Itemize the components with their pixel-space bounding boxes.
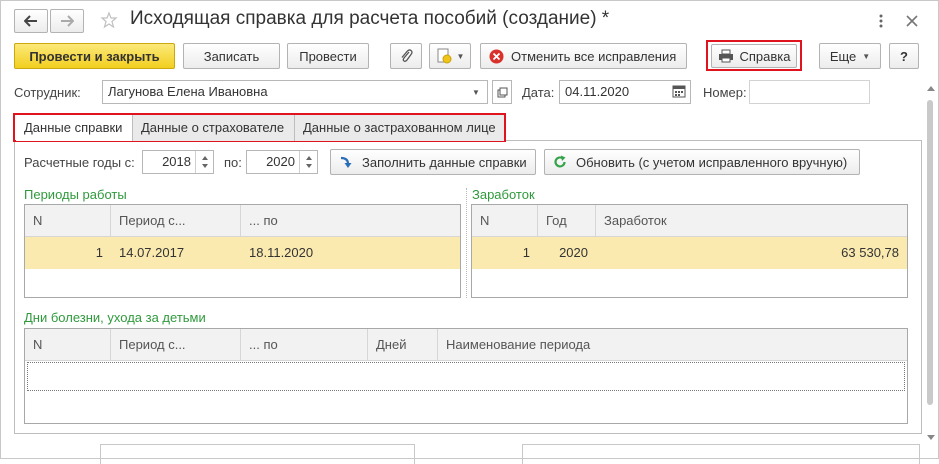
table-header: N Период с... ... по — [25, 205, 460, 237]
column-header[interactable]: Период с... — [111, 329, 241, 361]
date-value: 04.11.2020 — [565, 84, 630, 99]
back-button[interactable] — [14, 9, 48, 33]
calendar-icon[interactable] — [672, 84, 686, 98]
chevron-down-icon: ▼ — [862, 51, 871, 61]
cancel-all-fixes-label: Отменить все исправления — [511, 48, 677, 64]
attach-button[interactable] — [390, 43, 422, 69]
column-header[interactable]: Дней — [368, 329, 438, 361]
post-button[interactable]: Провести — [287, 43, 369, 69]
tab-insured-person-data[interactable]: Данные о застрахованном лице — [295, 115, 504, 141]
scroll-up-arrow[interactable] — [927, 86, 935, 91]
sick-days-table[interactable]: N Период с... ... по Дней Наименование п… — [24, 328, 908, 424]
stepper-up-icon[interactable] — [306, 156, 312, 160]
date-label: Дата: — [522, 85, 555, 100]
bottom-field-right — [522, 444, 920, 464]
printer-icon — [718, 49, 733, 63]
stepper-up-icon[interactable] — [202, 156, 208, 160]
bottom-field-left — [100, 444, 415, 464]
employee-field[interactable]: Лагунова Елена Ивановна — [102, 80, 488, 104]
arrow-left-icon — [24, 15, 37, 27]
stepper-down-icon[interactable] — [306, 164, 312, 168]
stepper-down-icon[interactable] — [202, 164, 208, 168]
table-row[interactable]: 1 2020 63 530,78 — [472, 237, 907, 269]
employee-value: Лагунова Елена Ивановна — [108, 84, 268, 99]
forward-button[interactable] — [50, 9, 84, 33]
column-header[interactable]: Период с... — [111, 205, 241, 237]
table-row[interactable]: 1 14.07.2017 18.11.2020 — [25, 237, 460, 269]
earnings-table[interactable]: N Год Заработок 1 2020 63 530,78 — [471, 204, 908, 298]
window-title: Исходящая справка для расчета пособий (с… — [130, 8, 610, 29]
cancel-all-fixes-button[interactable]: Отменить все исправления — [480, 43, 687, 69]
years-from-stepper[interactable] — [195, 151, 213, 173]
years-from-label: Расчетные годы с: — [24, 155, 135, 170]
fill-certificate-label: Заполнить данные справки — [362, 154, 527, 170]
column-header[interactable]: N — [25, 205, 111, 237]
column-header[interactable]: N — [472, 205, 538, 237]
number-label: Номер: — [703, 85, 747, 100]
years-to-stepper[interactable] — [299, 151, 317, 173]
refresh-icon — [554, 155, 566, 168]
report-label: Справка — [739, 48, 791, 64]
paperclip-icon — [401, 49, 413, 62]
employee-label: Сотрудник: — [14, 85, 81, 100]
scrollbar-track[interactable] — [925, 80, 935, 450]
work-periods-title: Периоды работы — [24, 187, 127, 202]
scroll-down-arrow[interactable] — [927, 435, 935, 440]
cell-n: 1 — [522, 245, 530, 260]
refresh-button[interactable]: Обновить (с учетом исправленного вручную… — [544, 149, 860, 175]
tab-certificate-data[interactable]: Данные справки — [16, 115, 133, 141]
column-header[interactable]: Наименование периода — [438, 329, 907, 361]
post-and-close-button[interactable]: Провести и закрыть — [14, 43, 175, 69]
arrow-right-icon — [61, 15, 74, 27]
table-header: N Год Заработок — [472, 205, 907, 237]
fill-certificate-button[interactable]: Заполнить данные справки — [330, 149, 536, 175]
employee-dropdown-button[interactable]: ▼ — [466, 81, 486, 103]
number-field[interactable] — [749, 80, 870, 104]
save-button[interactable]: Записать — [183, 43, 280, 69]
more-button[interactable]: Еще ▼ — [819, 43, 881, 69]
open-link-icon — [497, 87, 507, 97]
cell-period-from: 14.07.2017 — [119, 245, 185, 260]
tab-bar: Данные справки Данные о страхователе Дан… — [16, 115, 504, 141]
cancel-circle-icon — [489, 49, 504, 63]
section-divider — [466, 188, 467, 298]
more-label: Еще — [829, 48, 857, 64]
cell-period-to: 18.11.2020 — [249, 245, 314, 260]
column-header[interactable]: ... по — [241, 205, 460, 237]
column-header[interactable]: Заработок — [596, 205, 907, 237]
column-header[interactable]: N — [25, 329, 111, 361]
sick-days-title: Дни болезни, ухода за детьми — [24, 310, 206, 325]
years-to-value: 2020 — [266, 154, 295, 169]
kebab-menu-icon[interactable] — [876, 12, 886, 30]
chevron-down-icon: ▼ — [456, 51, 465, 61]
cell-earnings: 63 530,78 — [841, 245, 899, 260]
empty-row-focus[interactable] — [27, 362, 905, 391]
help-button[interactable]: ? — [889, 43, 919, 69]
close-icon[interactable] — [905, 14, 919, 28]
tab-insurer-data[interactable]: Данные о страхователе — [133, 115, 295, 141]
document-create-icon — [437, 48, 452, 64]
cell-n: 1 — [95, 245, 103, 260]
cell-year: 2020 — [559, 245, 588, 260]
chevron-down-icon: ▼ — [472, 87, 480, 97]
years-to-label: по: — [224, 155, 242, 170]
column-header[interactable]: ... по — [241, 329, 368, 361]
fill-arrow-icon — [340, 156, 352, 168]
earnings-title: Заработок — [472, 187, 535, 202]
scrollbar-thumb[interactable] — [927, 100, 933, 405]
create-based-on-button[interactable]: ▼ — [429, 43, 471, 69]
report-button[interactable]: Справка — [711, 44, 797, 68]
column-header[interactable]: Год — [538, 205, 596, 237]
refresh-label: Обновить (с учетом исправленного вручную… — [576, 154, 848, 170]
work-periods-table[interactable]: N Период с... ... по 1 14.07.2017 18.11.… — [24, 204, 461, 298]
table-header: N Период с... ... по Дней Наименование п… — [25, 329, 907, 361]
employee-open-button[interactable] — [492, 80, 512, 104]
star-icon[interactable] — [100, 11, 118, 29]
years-from-value: 2018 — [162, 154, 191, 169]
